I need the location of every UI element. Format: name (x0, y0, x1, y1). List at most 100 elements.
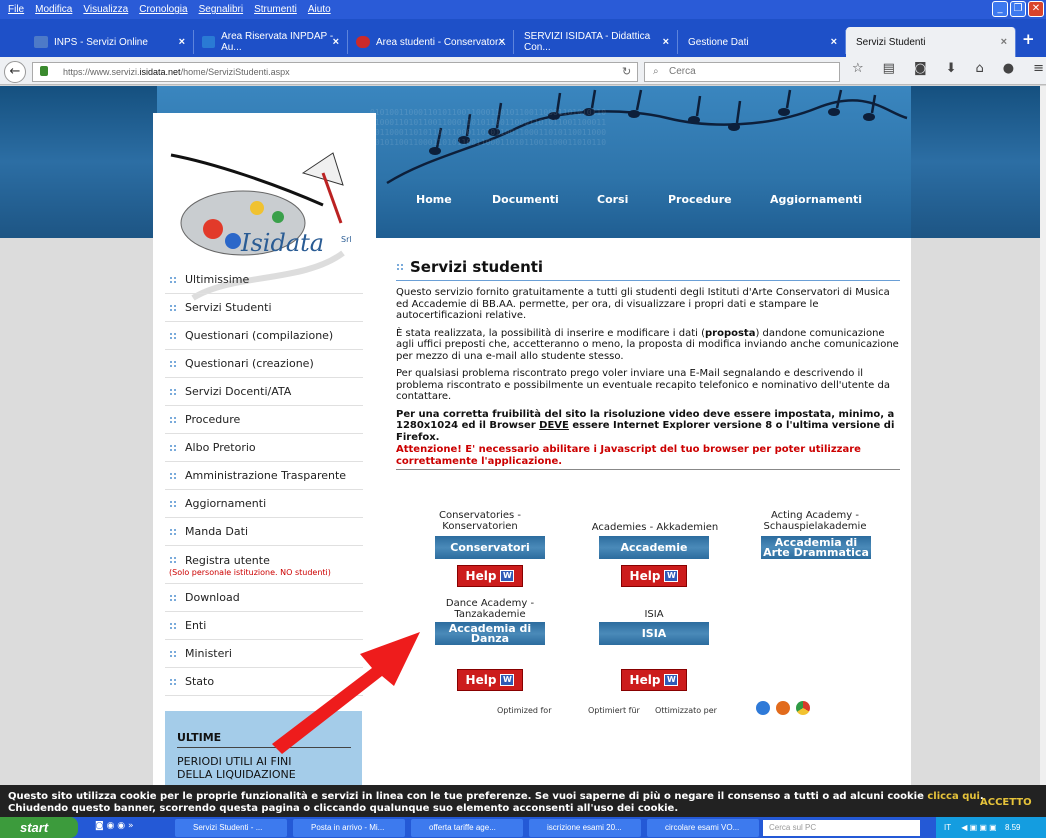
taskbar-search-input[interactable]: Cerca sul PC (763, 820, 920, 836)
hamburger-menu-icon[interactable]: ≡ (1033, 61, 1044, 76)
tab-servizi-studenti[interactable]: Servizi Studenti × (846, 27, 1016, 57)
taskbar-circolare-esami[interactable]: circolare esami VO... (647, 819, 759, 837)
sidebar-item-amministrazione-trasparente[interactable]: Amministrazione Trasparente (165, 462, 363, 490)
help-isia-button[interactable]: Help W (621, 669, 687, 691)
sidebar-item-download[interactable]: Download (165, 584, 363, 612)
danza-button[interactable]: Accademia di Danza (435, 622, 545, 645)
help-conservatori-button[interactable]: Help W (457, 565, 523, 587)
close-tab-icon[interactable]: × (333, 36, 339, 48)
maximize-button[interactable]: ❐ (1010, 1, 1026, 17)
help-label: Help (465, 673, 497, 687)
menu-modifica[interactable]: Modifica (35, 4, 72, 15)
sidebar-item-servizi-studenti[interactable]: Servizi Studenti (165, 294, 363, 322)
sidebar-item-questionari-creazione[interactable]: Questionari (creazione) (165, 350, 363, 378)
taskbar-offerta-tariffe[interactable]: offerta tariffe age... (411, 819, 523, 837)
taskbar-firefox-servizi-studenti[interactable]: Servizi Studenti - ... (175, 819, 287, 837)
nav-aggiornamenti[interactable]: Aggiornamenti (770, 193, 862, 206)
taskbar-posta-in-arrivo[interactable]: Posta in arrivo - Mi... (293, 819, 405, 837)
close-tab-icon[interactable]: × (663, 36, 669, 48)
language-indicator[interactable]: IT (944, 823, 951, 832)
arte-drammatica-button[interactable]: Accademia di Arte Drammatica (761, 536, 871, 559)
sidebar-item-manda-dati[interactable]: Manda Dati (165, 518, 363, 546)
tab-label: SERVIZI ISIDATA - Didattica Con... (524, 31, 651, 53)
sidebar-item-questionari-compilazione[interactable]: Questionari (compilazione) (165, 322, 363, 350)
taskbar-iscrizione-esami[interactable]: iscrizione esami 20... (529, 819, 641, 837)
accademie-button[interactable]: Accademie (599, 536, 709, 559)
menu-segnalibri[interactable]: Segnalibri (199, 4, 243, 15)
close-window-button[interactable]: ✕ (1028, 1, 1044, 17)
text-bold: proposta (704, 327, 756, 339)
help-accademie-button[interactable]: Help W (621, 565, 687, 587)
tab-conservatorio[interactable]: Area studenti - Conservator... × (348, 30, 514, 54)
cookie-info-link[interactable]: clicca qui (927, 791, 980, 802)
pocket-icon[interactable]: ◙ (914, 61, 927, 76)
close-tab-icon[interactable]: × (1001, 36, 1007, 48)
quick-launch-icons[interactable]: ◙ ◉ ◉ » (95, 821, 155, 835)
cookie-banner: Questo sito utilizza cookie per le propr… (0, 785, 1046, 817)
sidebar-item-ultimissime[interactable]: Ultimissime (165, 266, 363, 294)
divider (396, 469, 900, 470)
sidebar-item-label: Questionari (creazione) (185, 357, 314, 370)
sidebar-item-label: Registra utente (185, 553, 270, 567)
bullet-icon (169, 593, 177, 602)
chat-icon[interactable]: ● (1003, 61, 1014, 76)
sidebar-item-aggiornamenti[interactable]: Aggiornamenti (165, 490, 363, 518)
page-title: Servizi studenti (396, 258, 900, 281)
bullet-icon (169, 331, 177, 340)
ultime-news-line: DELLA LIQUIDAZIONE (177, 768, 296, 781)
optimiert-fur-text: Optimiert für (588, 706, 640, 715)
new-tab-button[interactable]: + (1022, 30, 1035, 48)
download-icon[interactable]: ⬇ (946, 61, 957, 76)
close-tab-icon[interactable]: × (499, 36, 505, 48)
menu-visualizza[interactable]: Visualizza (83, 4, 128, 15)
start-button[interactable]: start (0, 817, 78, 838)
acting-academy-label: Acting Academy - Schauspielakademie (745, 510, 885, 532)
minimize-button[interactable]: _ (992, 1, 1008, 17)
sidebar-item-label: Albo Pretorio (185, 441, 256, 454)
sidebar-item-servizi-docenti[interactable]: Servizi Docenti/ATA (165, 378, 363, 406)
sidebar-item-label: Aggiornamenti (185, 497, 267, 510)
nav-procedure[interactable]: Procedure (668, 193, 732, 206)
close-tab-icon[interactable]: × (831, 36, 837, 48)
accept-cookies-button[interactable]: ACCETTO (980, 797, 1032, 808)
tab-isidata[interactable]: SERVIZI ISIDATA - Didattica Con... × (514, 30, 678, 54)
tab-inps[interactable]: INPS - Servizi Online × (26, 30, 194, 54)
isia-button[interactable]: ISIA (599, 622, 709, 645)
category-label-line: Acting Academy - (771, 510, 859, 521)
tray-icons[interactable]: ◀ ▣ ▣ ▣ (961, 823, 997, 832)
search-input[interactable]: ⌕ Cerca (644, 62, 840, 82)
menu-cronologia[interactable]: Cronologia (139, 4, 187, 15)
bullet-icon (169, 471, 177, 480)
url-prefix: https://www.servizi. (63, 67, 140, 77)
help-danza-button[interactable]: Help W (457, 669, 523, 691)
category-label-line: Conservatories - (438, 510, 522, 521)
conservatori-button[interactable]: Conservatori (435, 536, 545, 559)
search-icon[interactable]: ⌕ (904, 820, 910, 834)
back-arrow-icon[interactable]: ← (4, 61, 26, 83)
close-tab-icon[interactable]: × (179, 36, 185, 48)
sidebar-item-albo-pretorio[interactable]: Albo Pretorio (165, 434, 363, 462)
word-doc-icon: W (664, 570, 679, 582)
scrollbar[interactable] (1040, 86, 1046, 785)
sidebar-item-procedure[interactable]: Procedure (165, 406, 363, 434)
menu-aiuto[interactable]: Aiuto (308, 4, 331, 15)
tab-inpdap[interactable]: Area Riservata INPDAP - Au... × (194, 30, 348, 54)
menu-file[interactable]: File (8, 4, 24, 15)
url-bar[interactable]: https://www.servizi.isidata.net/home/Ser… (32, 62, 638, 82)
home-icon[interactable]: ⌂ (975, 61, 983, 76)
bookmark-star-icon[interactable]: ☆ (852, 61, 864, 76)
bullet-icon (169, 621, 177, 630)
bullet-icon (169, 275, 177, 284)
nav-corsi[interactable]: Corsi (597, 193, 628, 206)
help-label: Help (629, 569, 661, 583)
menu-strumenti[interactable]: Strumenti (254, 4, 297, 15)
clock[interactable]: 8.59 (1005, 823, 1021, 832)
reload-icon[interactable]: ↻ (622, 65, 631, 78)
bullet-icon (396, 263, 404, 271)
reading-list-icon[interactable]: ▤ (883, 61, 895, 76)
tab-label: Gestione Dati (688, 36, 749, 48)
red-arrow-annotation (272, 632, 420, 754)
nav-documenti[interactable]: Documenti (492, 193, 559, 206)
nav-home[interactable]: Home (416, 193, 452, 206)
tab-gestione-dati[interactable]: Gestione Dati × (678, 30, 846, 54)
